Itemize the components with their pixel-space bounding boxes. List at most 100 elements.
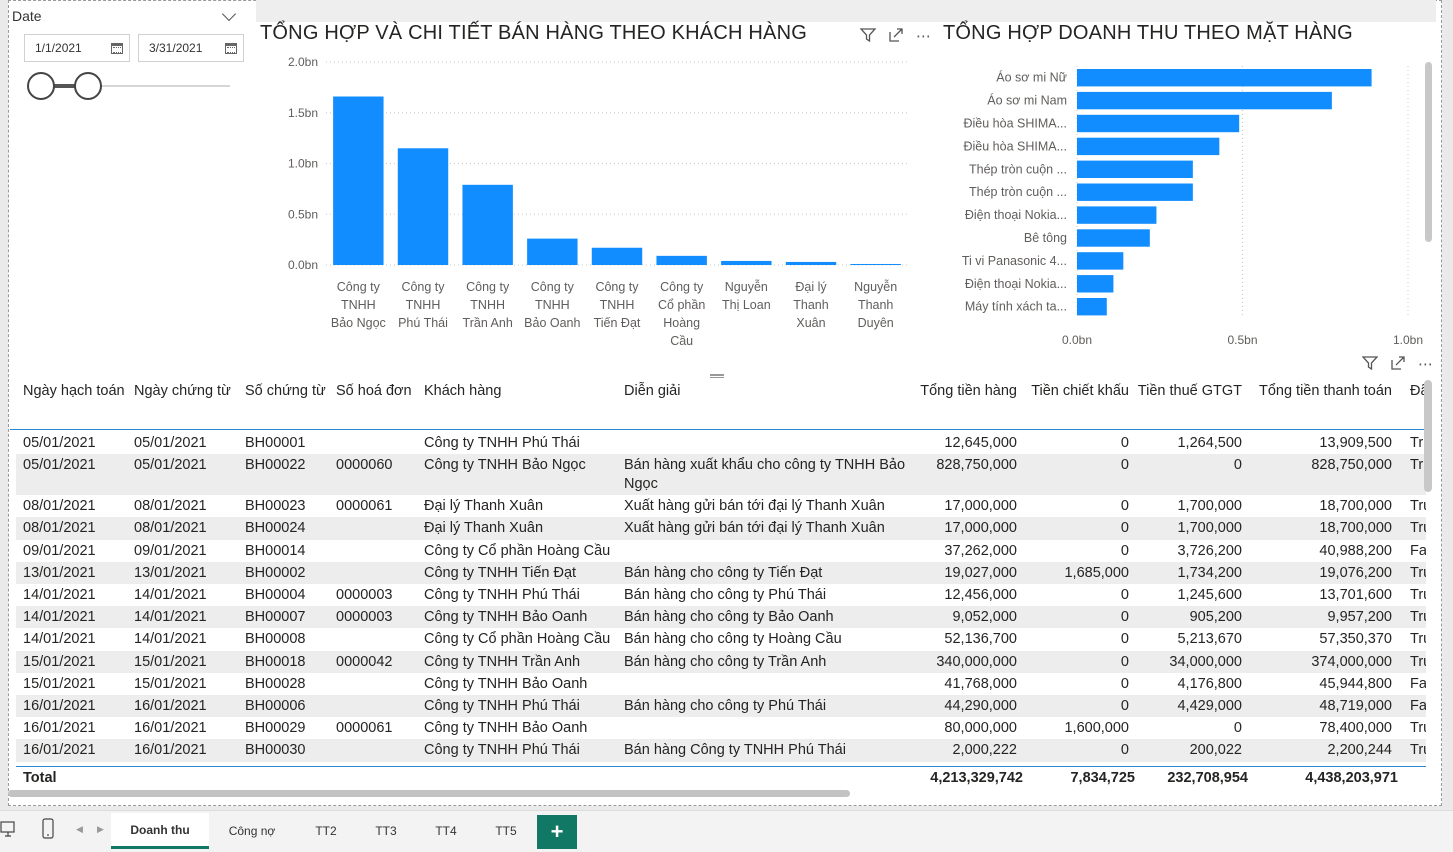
bar[interactable]: [1077, 275, 1114, 293]
table-cell: 15/01/2021: [23, 653, 96, 670]
table-cell: 05/01/2021: [23, 435, 96, 451]
calendar-icon[interactable]: [111, 42, 123, 54]
bar[interactable]: [1077, 229, 1150, 247]
bar[interactable]: [333, 96, 384, 265]
tab-cong-no[interactable]: Công nợ: [212, 813, 292, 849]
column-header[interactable]: Khách hàng: [424, 382, 619, 401]
table-row[interactable]: 14/01/2021 14/01/2021 BH00007 0000003 Công t…: [16, 606, 1426, 629]
table-cell: 0: [1120, 609, 1129, 626]
table-row[interactable]: 13/01/2021 13/01/2021 BH00002 Công ty TNHH …: [16, 561, 1426, 584]
bar[interactable]: [850, 263, 901, 265]
tab-tt3[interactable]: TT3: [356, 813, 416, 849]
table-cell: 9,052,000: [952, 609, 1017, 626]
y-category-label: Ti vi Panasonic 4...: [962, 254, 1067, 268]
tab-scroll-left-icon[interactable]: ◀: [76, 824, 83, 835]
column-header[interactable]: Ngày hạch toán: [23, 382, 128, 401]
bar[interactable]: [1077, 137, 1220, 156]
bar[interactable]: [1077, 91, 1332, 110]
add-page-button[interactable]: +: [537, 815, 577, 849]
y-category-label: Điều hòa SHIMA...: [963, 139, 1067, 153]
table-cell: 18,700,000: [1319, 498, 1392, 515]
more-options-icon[interactable]: ⋯: [1418, 357, 1433, 373]
more-options-icon[interactable]: ⋯: [916, 29, 931, 45]
date-slider-start-handle[interactable]: [27, 72, 55, 100]
table-row[interactable]: 08/01/2021 08/01/2021 BH00023 0000061 Đại lý…: [16, 495, 1426, 517]
x-category-label: Công ty: [466, 280, 510, 294]
column-header[interactable]: Số hoá đơn: [336, 382, 421, 401]
table-cell: BH00004: [245, 587, 306, 603]
filter-icon[interactable]: [1361, 356, 1379, 374]
table-cell: Fa: [1410, 675, 1426, 692]
table-row[interactable]: 05/01/2021 05/01/2021 BH00022 0000060 Công t…: [16, 454, 1426, 496]
bar[interactable]: [1077, 69, 1372, 87]
tab-tt5[interactable]: TT5: [476, 813, 536, 849]
table-row[interactable]: 09/01/2021 09/01/2021 BH00014 Công ty Cổ ph…: [16, 540, 1426, 562]
table-cell: 17,000,000: [944, 520, 1017, 537]
column-header[interactable]: Ngày chứng từ: [134, 382, 239, 401]
table-cell: 5,213,670: [1177, 631, 1242, 648]
table-cell: 0000042: [336, 653, 393, 670]
column-header[interactable]: Diễn giải: [624, 382, 914, 401]
focus-mode-icon[interactable]: [1390, 356, 1406, 374]
table-cell: 1,600,000: [1064, 720, 1129, 737]
column-header[interactable]: Tiền chiết khấu: [1020, 382, 1129, 401]
tab-scroll-right-icon[interactable]: ▶: [97, 824, 104, 835]
table-cell: Fa: [1410, 698, 1426, 714]
table-row[interactable]: 14/01/2021 14/01/2021 BH00008 Công ty Cổ ph…: [16, 628, 1426, 650]
chevron-down-icon[interactable]: [221, 6, 237, 21]
filter-icon[interactable]: [859, 28, 877, 46]
bar[interactable]: [721, 260, 772, 265]
bar[interactable]: [397, 148, 449, 265]
end-date-input[interactable]: 3/31/2021: [138, 34, 244, 62]
x-tick-label: 0.5bn: [1227, 333, 1257, 347]
table-row[interactable]: 05/01/2021 05/01/2021 BH00001 Công ty TNHH …: [16, 432, 1426, 454]
bar[interactable]: [1077, 160, 1193, 179]
tab-tt2[interactable]: TT2: [296, 813, 356, 849]
table-row[interactable]: 14/01/2021 14/01/2021 BH00004 0000003 Công t…: [16, 584, 1426, 606]
y-tick-label: 1.0bn: [288, 157, 318, 171]
column-header[interactable]: Tổng tiền thanh toán: [1245, 382, 1392, 401]
product-chart-scrollbar[interactable]: [1425, 62, 1432, 242]
bar[interactable]: [1077, 183, 1193, 201]
customer-chart-title: TỔNG HỢP VÀ CHI TIẾT BÁN HÀNG THEO KHÁCH…: [260, 22, 807, 44]
table-horizontal-scrollbar[interactable]: [8, 790, 850, 797]
table-cell: 13,701,600: [1319, 587, 1392, 603]
y-category-label: Điều hòa SHIMA...: [963, 117, 1067, 131]
bar[interactable]: [1077, 298, 1107, 316]
table-row[interactable]: 08/01/2021 08/01/2021 BH00024 Đại lý Thanh …: [16, 517, 1426, 540]
column-header[interactable]: Tiền thuế GTGT: [1132, 382, 1242, 401]
desktop-layout-icon[interactable]: [0, 820, 16, 843]
table-cell: BH00008: [245, 631, 306, 648]
table-row[interactable]: 16/01/2021 16/01/2021 BH00006 Công ty TNHH …: [16, 695, 1426, 718]
table-cell: 09/01/2021: [134, 542, 207, 559]
date-slider-end-handle[interactable]: [74, 72, 102, 100]
column-header[interactable]: Số chứng từ: [245, 382, 330, 401]
tab-doanh-thu[interactable]: Doanh thu: [111, 813, 209, 849]
table-cell: 1,685,000: [1064, 564, 1129, 581]
sales-detail-table: Ngày hạch toán Ngày chứng từ Số chứng từ Số…: [10, 376, 1426, 800]
bar[interactable]: [785, 261, 837, 265]
table-row[interactable]: 15/01/2021 15/01/2021 BH00018 0000042 Công t…: [16, 650, 1426, 673]
calendar-icon[interactable]: [225, 42, 237, 54]
table-row[interactable]: 15/01/2021 15/01/2021 BH00028 Công ty TNHH …: [16, 673, 1426, 695]
table-cell: 0: [1120, 653, 1129, 670]
start-date-input[interactable]: 1/1/2021: [24, 34, 130, 62]
table-cell: 15/01/2021: [23, 675, 96, 692]
tab-tt4[interactable]: TT4: [416, 813, 476, 849]
bar[interactable]: [1077, 252, 1124, 270]
table-vertical-scrollbar[interactable]: [1424, 380, 1432, 492]
bar[interactable]: [1077, 206, 1157, 224]
bar[interactable]: [656, 255, 707, 265]
mobile-layout-icon[interactable]: [42, 818, 54, 845]
table-row[interactable]: 16/01/2021 16/01/2021 BH00030 Công ty TNHH …: [16, 739, 1426, 762]
table-row[interactable]: 16/01/2021 16/01/2021 BH00029 0000061 Công t…: [16, 717, 1426, 739]
bar[interactable]: [462, 184, 513, 265]
table-cell: 0000060: [336, 457, 393, 474]
bar[interactable]: [1077, 114, 1240, 133]
x-category-label: Duyên: [858, 316, 894, 330]
bar[interactable]: [527, 238, 578, 265]
bar[interactable]: [591, 247, 643, 265]
table-cell: 78,400,000: [1319, 720, 1392, 737]
column-header[interactable]: Tổng tiền hàng: [890, 382, 1017, 401]
focus-mode-icon[interactable]: [888, 28, 904, 46]
